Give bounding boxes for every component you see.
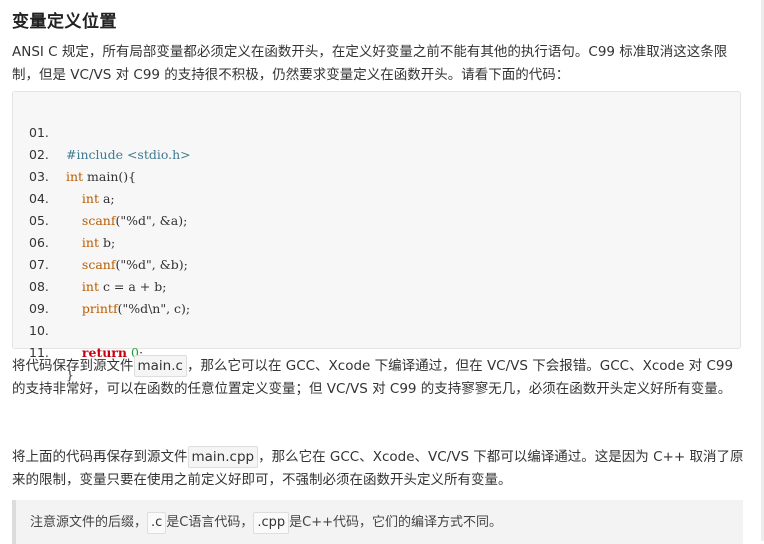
code-line: 08. printf("%d\n", c);: [13, 254, 740, 316]
extension-c: .c: [147, 512, 167, 534]
code-line: 11. }: [13, 320, 740, 382]
paragraph-main-cpp: 将上面的代码再保存到源文件 main.cpp ，那么它在 GCC、Xcode、VC/…: [12, 446, 748, 492]
filename-main-c: main.c: [133, 355, 187, 377]
code-line: 09.: [13, 276, 740, 316]
code-line: 07. int c = a + b;: [13, 232, 740, 294]
code-block: 01. #include <stdio.h> 02. int main(){ 0…: [12, 91, 741, 382]
section-heading: 变量定义位置: [12, 12, 117, 32]
code-line: 10. return 0;: [13, 298, 740, 360]
code-line: 04. scanf("%d", &a);: [13, 166, 740, 228]
note-text: 注意源文件的后缀， .c 是C语言代码， .cpp 是C++代码，它们的编译方式不同。: [30, 512, 502, 534]
note-box: 注意源文件的后缀， .c 是C语言代码， .cpp 是C++代码，它们的编译方式不同。: [12, 500, 743, 544]
code-line: 03. int a;: [13, 144, 740, 206]
code-line: 06. scanf("%d", &b);: [13, 210, 740, 272]
paragraph-text: 将上面的代码再保存到源文件: [12, 449, 188, 465]
intro-paragraph: ANSI C 规定，所有局部变量都必须定义在函数开头，在定义好变量之前不能有其他…: [12, 44, 728, 83]
filename-main-cpp: main.cpp: [187, 446, 259, 468]
paragraph-text: 将代码保存到源文件: [12, 358, 134, 374]
code-line: 02. int main(){: [13, 122, 740, 184]
paragraph-main-c: 将代码保存到源文件 main.c ，那么它可以在 GCC、Xcode 下编译通过，但…: [12, 355, 748, 401]
extension-cpp: .cpp: [253, 512, 290, 534]
code-line: 01. #include <stdio.h>: [13, 100, 740, 162]
code-line: 05. int b;: [13, 188, 740, 250]
